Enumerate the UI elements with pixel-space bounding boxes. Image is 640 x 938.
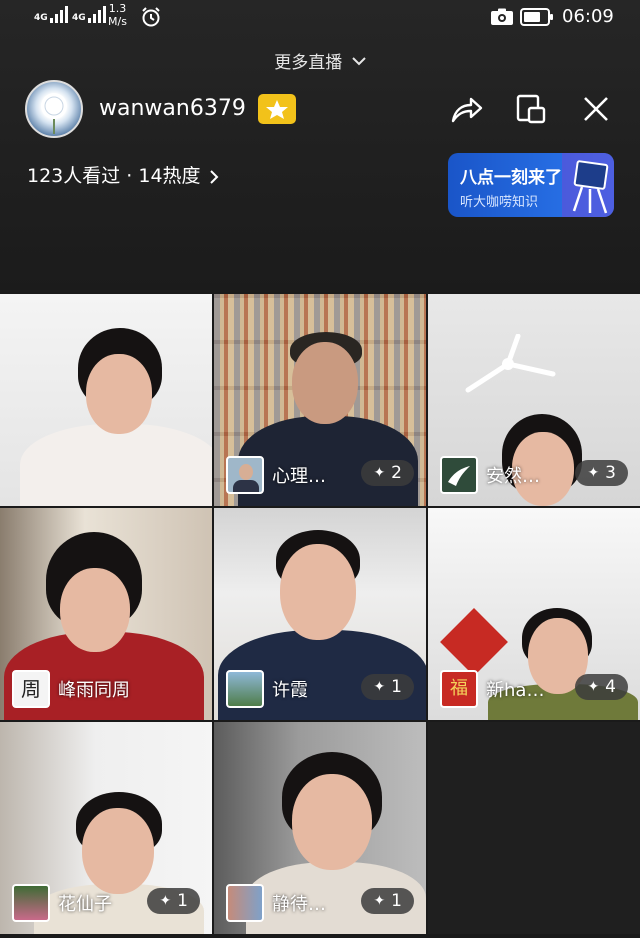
chevron-right-icon [209,169,219,184]
battery-icon [520,8,553,26]
sim1-label: 4G [34,13,48,23]
window-icon[interactable] [515,93,547,125]
camera-icon [491,8,513,25]
participant-label: 周 峰雨同周 [12,670,130,708]
live-header-area: 4G 4G 1.3 M/s 06:09 更多直播 wanwan6379 123人… [0,0,640,292]
sparkle-icon: ✦ [587,679,600,695]
plus-count-pill[interactable]: ✦ 1 [361,888,414,914]
plus-count-pill[interactable]: ✦ 4 [575,674,628,700]
alarm-icon [142,7,160,27]
host-username[interactable]: wanwan6379 [99,96,246,121]
dandelion-icon [41,93,67,134]
participant-label: 花仙子 [12,884,112,922]
plus-count-pill[interactable]: ✦ 1 [147,888,200,914]
participant-name: 心理… [272,466,326,487]
participant-label: 许霞 [226,670,308,708]
sparkle-icon: ✦ [587,465,600,481]
video-tile[interactable]: 静待… ✦ 1 [214,722,426,934]
share-icon[interactable] [450,94,484,124]
video-tile[interactable] [0,294,212,506]
sparkle-icon: ✦ [373,465,386,481]
promo-subtitle: 听大咖唠知识 [460,195,539,210]
participant-avatar[interactable] [226,884,264,922]
view-stats-text: 123人看过 · 14热度 [27,165,201,187]
empty-video-slot [428,722,640,934]
participant-name: 安然… [486,466,540,487]
net-speed-unit: M/s [108,15,127,28]
plus-count-pill[interactable]: ✦ 3 [575,460,628,486]
participant-label: 静待… [226,884,326,922]
participant-avatar[interactable] [12,884,50,922]
participant-avatar[interactable] [226,670,264,708]
more-live-button[interactable]: 更多直播 [0,48,640,73]
sparkle-icon: ✦ [159,893,172,909]
video-grid: 心理… ✦ 2 安然… ✦ 3 周 峰雨同周 许霞 ✦ 1 福 新ha… ✦ 4… [0,294,640,938]
participant-name: 许霞 [272,680,308,701]
participant-label: 安然… [440,456,540,494]
close-icon[interactable] [582,95,610,123]
plus-count: 4 [605,677,616,697]
status-bar: 4G 4G 1.3 M/s 06:09 [0,0,640,36]
participant-name: 新ha… [486,680,545,701]
participant-name: 峰雨同周 [58,680,130,701]
avatar-glyph: 周 [21,677,41,701]
plus-count: 3 [605,463,616,483]
plus-count: 1 [177,891,188,911]
chevron-down-icon [351,56,366,65]
host-badge-icon [258,94,296,124]
plus-count-pill[interactable]: ✦ 2 [361,460,414,486]
participant-name: 花仙子 [58,894,112,915]
network-speed: 1.3 M/s [108,2,127,28]
participant-name: 静待… [272,894,326,915]
ceiling-fan-icon [465,334,556,393]
participant-label: 福 新ha… [440,670,544,708]
video-tile[interactable]: 周 峰雨同周 [0,508,212,720]
signal-icon: 4G [72,6,106,23]
video-tile[interactable]: 花仙子 ✦ 1 [0,722,212,934]
host-avatar[interactable] [25,80,83,138]
participant-avatar[interactable]: 周 [12,670,50,708]
plus-count-pill[interactable]: ✦ 1 [361,674,414,700]
plus-count: 2 [391,463,402,483]
sparkle-icon: ✦ [373,679,386,695]
participant-label: 心理… [226,456,326,494]
crane-icon [448,466,470,486]
promo-title: 八点一刻来了 [460,168,562,188]
view-stats[interactable]: 123人看过 · 14热度 [27,161,219,188]
promo-banner[interactable]: 八点一刻来了 听大咖唠知识 [448,153,614,217]
video-tile[interactable]: 福 新ha… ✦ 4 [428,508,640,720]
easel-icon [562,153,614,217]
sparkle-icon: ✦ [373,893,386,909]
avatar-glyph: 福 [450,678,468,699]
sim2-label: 4G [72,13,86,23]
plus-count: 1 [391,677,402,697]
net-speed-value: 1.3 [108,2,127,15]
video-tile[interactable]: 安然… ✦ 3 [428,294,640,506]
participant-avatar[interactable] [440,456,478,494]
participant-avatar[interactable] [226,456,264,494]
clock: 06:09 [562,6,614,27]
plus-count: 1 [391,891,402,911]
video-tile[interactable]: 心理… ✦ 2 [214,294,426,506]
video-tile[interactable]: 许霞 ✦ 1 [214,508,426,720]
signal-icon: 4G [34,6,68,23]
more-live-label: 更多直播 [274,53,343,73]
participant-avatar[interactable]: 福 [440,670,478,708]
